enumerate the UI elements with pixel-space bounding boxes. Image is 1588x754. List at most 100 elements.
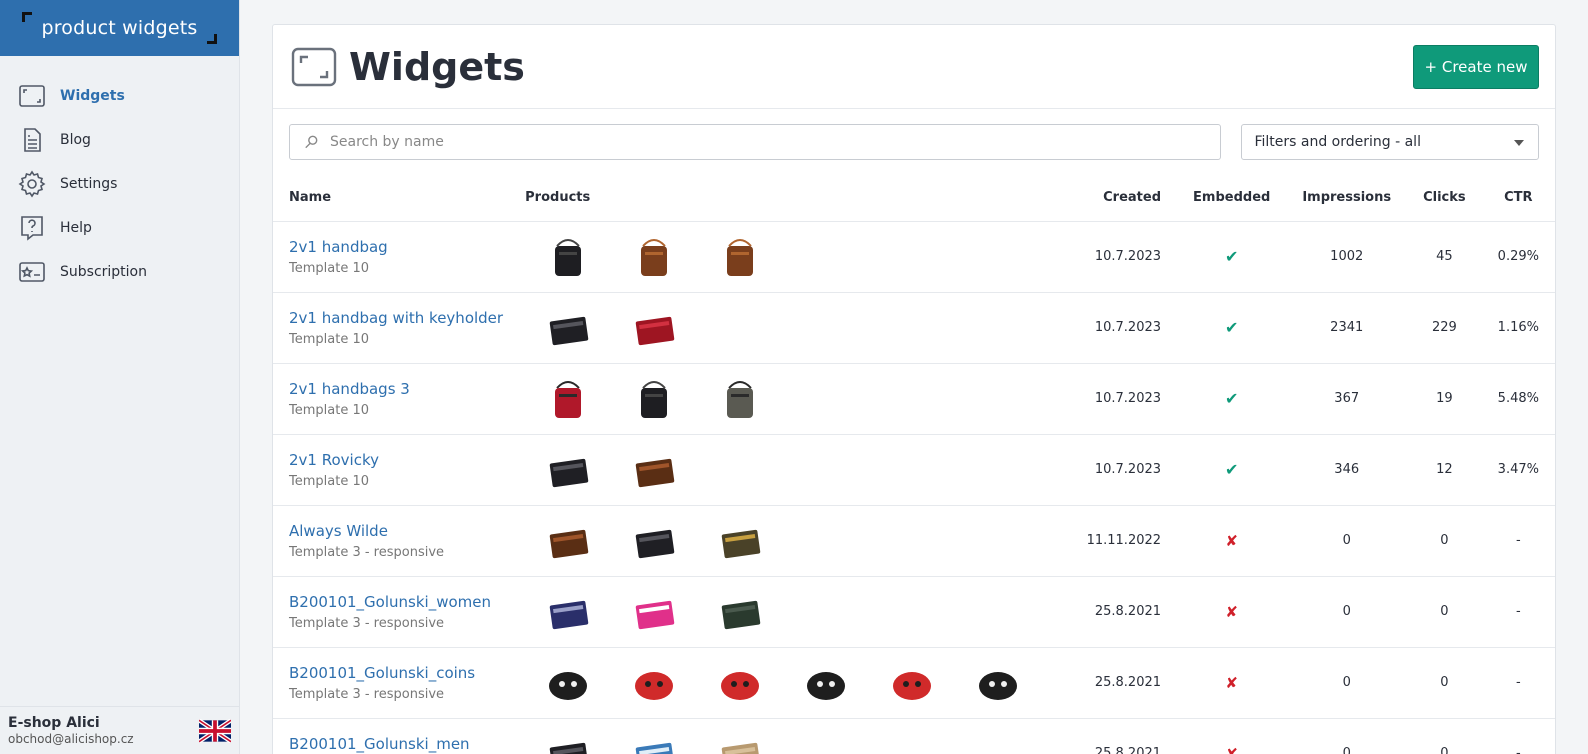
column-header-ctr[interactable]: CTR <box>1481 175 1555 222</box>
widget-name-link[interactable]: B200101_Golunski_coins <box>289 664 509 682</box>
clicks-value: 0 <box>1407 647 1482 719</box>
search-input[interactable] <box>330 134 1210 150</box>
embedded-status: ✘ <box>1177 647 1287 719</box>
impressions-value: 0 <box>1286 718 1408 754</box>
table-row[interactable]: B200101_Golunski_women Template 3 - resp… <box>273 576 1555 648</box>
filter-select[interactable]: Filters and ordering - all <box>1241 124 1539 160</box>
sidebar-item-widgets[interactable]: Widgets <box>0 74 239 118</box>
table-row[interactable]: 2v1 handbags 3 Template 10 10.7.2023 ✔ 3… <box>273 363 1555 435</box>
uk-flag-icon[interactable] <box>199 719 231 743</box>
name-cell: 2v1 Rovicky Template 10 <box>273 434 526 506</box>
impressions-value: 0 <box>1286 647 1408 719</box>
product-thumbnail[interactable] <box>525 227 611 287</box>
product-thumbnail[interactable] <box>525 724 611 754</box>
products-cell <box>525 363 1067 435</box>
name-cell: 2v1 handbags 3 Template 10 <box>273 363 526 435</box>
brand-logo[interactable]: product widgets <box>0 0 239 56</box>
widget-name-link[interactable]: 2v1 handbag <box>289 238 509 256</box>
toolbar: Filters and ordering - all <box>273 109 1555 175</box>
ctr-value: 5.48% <box>1481 363 1555 435</box>
products-cell <box>525 576 1067 648</box>
product-thumbnail[interactable] <box>869 653 955 713</box>
embedded-status: ✔ <box>1177 434 1287 506</box>
product-thumbnail[interactable] <box>611 227 697 287</box>
column-header-created[interactable]: Created <box>1066 175 1178 222</box>
product-thumbnail[interactable] <box>611 369 697 429</box>
table-row[interactable]: 2v1 handbag Template 10 10.7.2023 ✔ 1002… <box>273 221 1555 293</box>
product-thumbnail[interactable] <box>525 582 611 642</box>
product-thumbnail[interactable] <box>525 440 611 500</box>
table-row[interactable]: 2v1 Rovicky Template 10 10.7.2023 ✔ 346 … <box>273 434 1555 506</box>
products-cell <box>525 505 1067 577</box>
search-box[interactable] <box>289 124 1222 160</box>
product-thumbnail[interactable] <box>525 298 611 358</box>
ctr-value: 0.29% <box>1481 221 1555 293</box>
created-date: 25.8.2021 <box>1066 576 1178 648</box>
table-row[interactable]: 2v1 handbag with keyholder Template 10 1… <box>273 292 1555 364</box>
table-row[interactable]: B200101_Golunski_coins Template 3 - resp… <box>273 647 1555 719</box>
product-thumbnail[interactable] <box>611 298 697 358</box>
widget-name-link[interactable]: Always Wilde <box>289 522 509 540</box>
logo-corner <box>22 12 32 22</box>
sidebar-item-subscription[interactable]: Subscription <box>0 250 239 294</box>
table-row[interactable]: B200101_Golunski_men Template 3 - respon… <box>273 718 1555 754</box>
product-thumbnail[interactable] <box>611 511 697 571</box>
product-thumbnail[interactable] <box>525 511 611 571</box>
created-date: 25.8.2021 <box>1066 647 1178 719</box>
ctr-value: 1.16% <box>1481 292 1555 364</box>
embedded-status: ✔ <box>1177 221 1287 293</box>
ctr-value: 3.47% <box>1481 434 1555 506</box>
column-header-clicks[interactable]: Clicks <box>1407 175 1482 222</box>
product-thumbnail[interactable] <box>783 653 869 713</box>
product-thumbnail[interactable] <box>955 653 1041 713</box>
embedded-status: ✘ <box>1177 576 1287 648</box>
created-date: 11.11.2022 <box>1066 505 1178 577</box>
shop-name: E-shop Alici <box>8 715 100 731</box>
widget-name-link[interactable]: 2v1 handbag with keyholder <box>289 309 509 327</box>
account-footer[interactable]: E-shop Alici obchod@alicishop.cz <box>0 706 239 754</box>
name-cell: B200101_Golunski_coins Template 3 - resp… <box>273 647 526 719</box>
product-thumbnail[interactable] <box>697 582 783 642</box>
created-date: 10.7.2023 <box>1066 292 1178 364</box>
table-body: 2v1 handbag Template 10 10.7.2023 ✔ 1002… <box>273 221 1555 754</box>
product-thumbnail[interactable] <box>611 653 697 713</box>
brand-name: product widgets <box>41 17 198 39</box>
clicks-value: 19 <box>1407 363 1482 435</box>
create-new-button[interactable]: + Create new <box>1413 45 1539 89</box>
widget-template: Template 3 - responsive <box>289 615 445 631</box>
product-thumbnail[interactable] <box>697 511 783 571</box>
products-cell <box>525 292 1067 364</box>
widget-name-link[interactable]: 2v1 Rovicky <box>289 451 509 469</box>
sidebar-item-settings[interactable]: Settings <box>0 162 239 206</box>
created-date: 25.8.2021 <box>1066 718 1178 754</box>
embedded-status: ✘ <box>1177 505 1287 577</box>
impressions-value: 2341 <box>1286 292 1408 364</box>
product-thumbnail[interactable] <box>611 440 697 500</box>
name-cell: B200101_Golunski_men Template 3 - respon… <box>273 718 526 754</box>
column-header-embedded[interactable]: Embedded <box>1177 175 1287 222</box>
product-thumbnail[interactable] <box>697 724 783 754</box>
product-thumbnail[interactable] <box>611 582 697 642</box>
product-thumbnail[interactable] <box>525 369 611 429</box>
products-cell <box>525 718 1067 754</box>
product-thumbnail[interactable] <box>697 369 783 429</box>
column-header-name[interactable]: Name <box>273 175 526 222</box>
name-cell: B200101_Golunski_women Template 3 - resp… <box>273 576 526 648</box>
impressions-value: 346 <box>1286 434 1408 506</box>
product-thumbnail[interactable] <box>697 227 783 287</box>
sidebar-item-help[interactable]: Help <box>0 206 239 250</box>
sidebar-item-label: Widgets <box>60 88 125 104</box>
widget-name-link[interactable]: B200101_Golunski_women <box>289 593 509 611</box>
widget-name-link[interactable]: 2v1 handbags 3 <box>289 380 509 398</box>
column-header-impressions[interactable]: Impressions <box>1286 175 1408 222</box>
impressions-value: 0 <box>1286 576 1408 648</box>
table-row[interactable]: Always Wilde Template 3 - responsive 11.… <box>273 505 1555 577</box>
sidebar-item-blog[interactable]: Blog <box>0 118 239 162</box>
product-thumbnail[interactable] <box>525 653 611 713</box>
table-header-row: Name Products Created Embedded Impressio… <box>273 175 1555 222</box>
product-thumbnail[interactable] <box>611 724 697 754</box>
chevron-down-icon <box>1514 140 1524 146</box>
widget-name-link[interactable]: B200101_Golunski_men <box>289 735 509 753</box>
product-thumbnail[interactable] <box>697 653 783 713</box>
sidebar: product widgets Widgets Blog Settings He… <box>0 0 240 754</box>
